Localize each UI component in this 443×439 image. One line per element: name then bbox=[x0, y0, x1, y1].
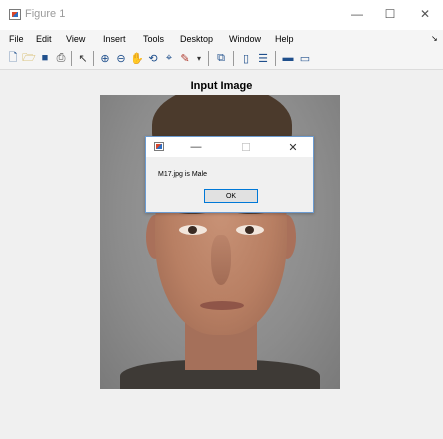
toolbar-separator bbox=[208, 51, 209, 66]
save-icon[interactable]: ■ bbox=[38, 51, 52, 65]
close-button[interactable]: ✕ bbox=[410, 4, 440, 24]
toolbar-separator bbox=[93, 51, 94, 66]
brush-icon[interactable]: ✎ bbox=[178, 51, 192, 65]
image-right-eye bbox=[236, 225, 264, 235]
open-file-icon[interactable]: 🗁 bbox=[22, 51, 36, 65]
menu-edit[interactable]: Edit bbox=[36, 34, 52, 44]
window-titlebar: Figure 1 — ☐ ✕ bbox=[0, 0, 443, 30]
dialog-titlebar: — ☐ ✕ bbox=[146, 137, 313, 157]
toolbar-separator bbox=[275, 51, 276, 66]
maximize-button[interactable]: ☐ bbox=[375, 4, 405, 24]
dock-arrow-icon[interactable]: ↘ bbox=[431, 34, 438, 43]
menu-desktop[interactable]: Desktop bbox=[180, 34, 213, 44]
pan-icon[interactable]: ✋ bbox=[130, 51, 144, 65]
show-plot-tools-icon[interactable]: ▭ bbox=[298, 51, 312, 65]
dialog-message: M17.jpg is Male bbox=[158, 171, 208, 178]
dialog-maximize-button: ☐ bbox=[241, 141, 251, 154]
hide-plot-tools-icon[interactable]: ▬ bbox=[281, 51, 295, 65]
image-nose bbox=[211, 235, 231, 285]
ok-button[interactable]: OK bbox=[204, 189, 258, 203]
dialog-close-button[interactable]: ✕ bbox=[283, 139, 303, 155]
image-left-eye bbox=[179, 225, 207, 235]
menu-bar: File Edit View Insert Tools Desktop Wind… bbox=[0, 30, 443, 48]
menu-insert[interactable]: Insert bbox=[103, 34, 126, 44]
dialog-minimize-button[interactable]: — bbox=[186, 139, 206, 155]
data-cursor-icon[interactable]: ⌖ bbox=[162, 51, 176, 65]
rotate-3d-icon[interactable]: ⟲ bbox=[146, 51, 160, 65]
zoom-in-icon[interactable]: ⊕ bbox=[98, 51, 112, 65]
minimize-button[interactable]: — bbox=[342, 4, 372, 24]
axes-title: Input Image bbox=[190, 80, 253, 92]
image-mouth bbox=[200, 301, 244, 310]
zoom-out-icon[interactable]: ⊖ bbox=[114, 51, 128, 65]
menu-view[interactable]: View bbox=[66, 34, 85, 44]
menu-help[interactable]: Help bbox=[275, 34, 294, 44]
menu-tools[interactable]: Tools bbox=[143, 34, 164, 44]
link-plot-icon[interactable]: ⧉ bbox=[214, 51, 228, 65]
figure-toolbar: 🗋 🗁 ■ ⎙ ↖ ⊕ ⊖ ✋ ⟲ ⌖ ✎ ▾ ⧉ ▯ ☰ ▬ ▭ bbox=[0, 48, 443, 70]
window-title: Figure 1 bbox=[25, 8, 66, 20]
toolbar-separator bbox=[233, 51, 234, 66]
matlab-figure-icon bbox=[154, 142, 164, 151]
insert-legend-icon[interactable]: ☰ bbox=[256, 51, 270, 65]
new-figure-icon[interactable]: 🗋 bbox=[6, 51, 20, 65]
matlab-figure-icon bbox=[9, 9, 21, 20]
print-icon[interactable]: ⎙ bbox=[54, 51, 68, 65]
toolbar-separator bbox=[71, 51, 72, 66]
menu-file[interactable]: File bbox=[9, 34, 24, 44]
insert-colorbar-icon[interactable]: ▯ bbox=[239, 51, 253, 65]
edit-plot-icon[interactable]: ↖ bbox=[76, 51, 90, 65]
result-dialog: — ☐ ✕ M17.jpg is Male OK bbox=[145, 136, 314, 213]
brush-dropdown-icon[interactable]: ▾ bbox=[192, 51, 206, 65]
menu-window[interactable]: Window bbox=[229, 34, 261, 44]
